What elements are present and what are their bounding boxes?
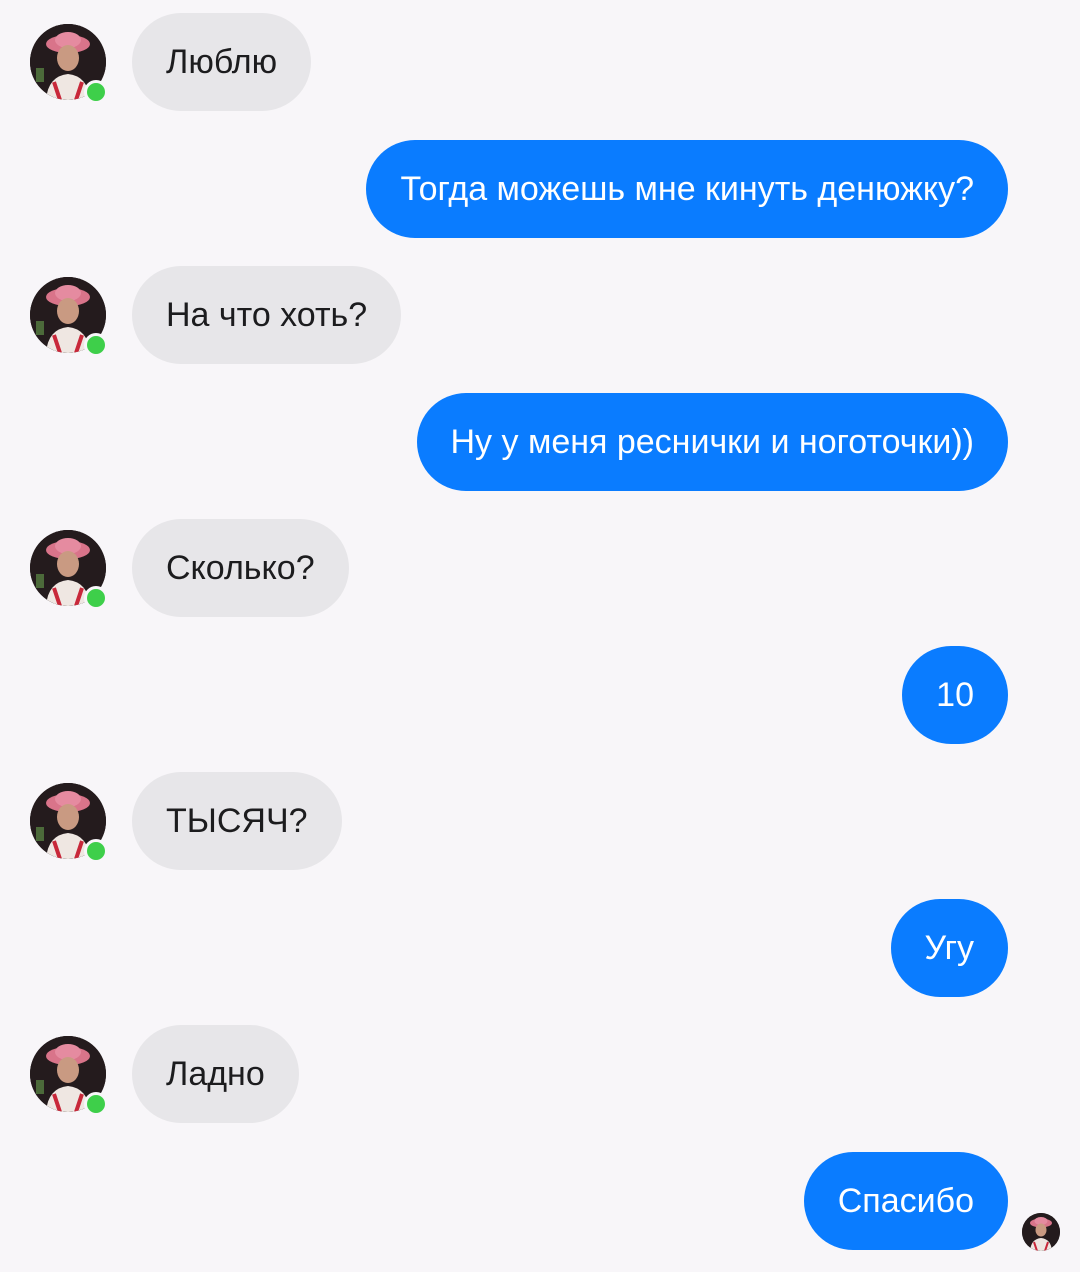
incoming-message-row: Ладно [0, 1025, 1080, 1123]
incoming-message-row: Сколько? [0, 519, 1080, 617]
online-status-dot [84, 586, 108, 610]
incoming-message-bubble[interactable]: ТЫСЯЧ? [132, 772, 342, 870]
seen-receipt-avatar [1022, 1213, 1060, 1251]
contact-avatar[interactable] [30, 277, 108, 357]
incoming-message-bubble[interactable]: На что хоть? [132, 266, 402, 364]
contact-avatar[interactable] [30, 1036, 108, 1116]
outgoing-message-row: Угу [0, 899, 1080, 997]
incoming-message-row: ТЫСЯЧ? [0, 772, 1080, 870]
outgoing-message-bubble[interactable]: Тогда можешь мне кинуть денюжку? [366, 140, 1008, 238]
incoming-message-bubble[interactable]: Сколько? [132, 519, 349, 617]
online-status-dot [84, 839, 108, 863]
outgoing-message-bubble[interactable]: 10 [902, 646, 1008, 744]
outgoing-message-row: Ну у меня реснички и ноготочки)) [0, 393, 1080, 491]
message-thread: Люблю Тогда можешь мне кинуть денюжку? Н… [0, 0, 1080, 1272]
incoming-message-bubble[interactable]: Люблю [132, 13, 312, 111]
outgoing-message-bubble[interactable]: Угу [890, 899, 1008, 997]
outgoing-message-row: 10 [0, 646, 1080, 744]
outgoing-message-bubble[interactable]: Ну у меня реснички и ноготочки)) [416, 393, 1008, 491]
contact-avatar[interactable] [30, 783, 108, 863]
contact-avatar[interactable] [30, 24, 108, 104]
incoming-message-row: На что хоть? [0, 266, 1080, 364]
outgoing-message-row: Спасибо [0, 1152, 1080, 1250]
contact-avatar[interactable] [30, 530, 108, 610]
incoming-message-row: Люблю [0, 13, 1080, 111]
incoming-message-bubble[interactable]: Ладно [132, 1025, 299, 1123]
outgoing-message-bubble[interactable]: Спасибо [803, 1152, 1008, 1250]
online-status-dot [84, 333, 108, 357]
online-status-dot [84, 80, 108, 104]
online-status-dot [84, 1092, 108, 1116]
outgoing-message-row: Тогда можешь мне кинуть денюжку? [0, 140, 1080, 238]
